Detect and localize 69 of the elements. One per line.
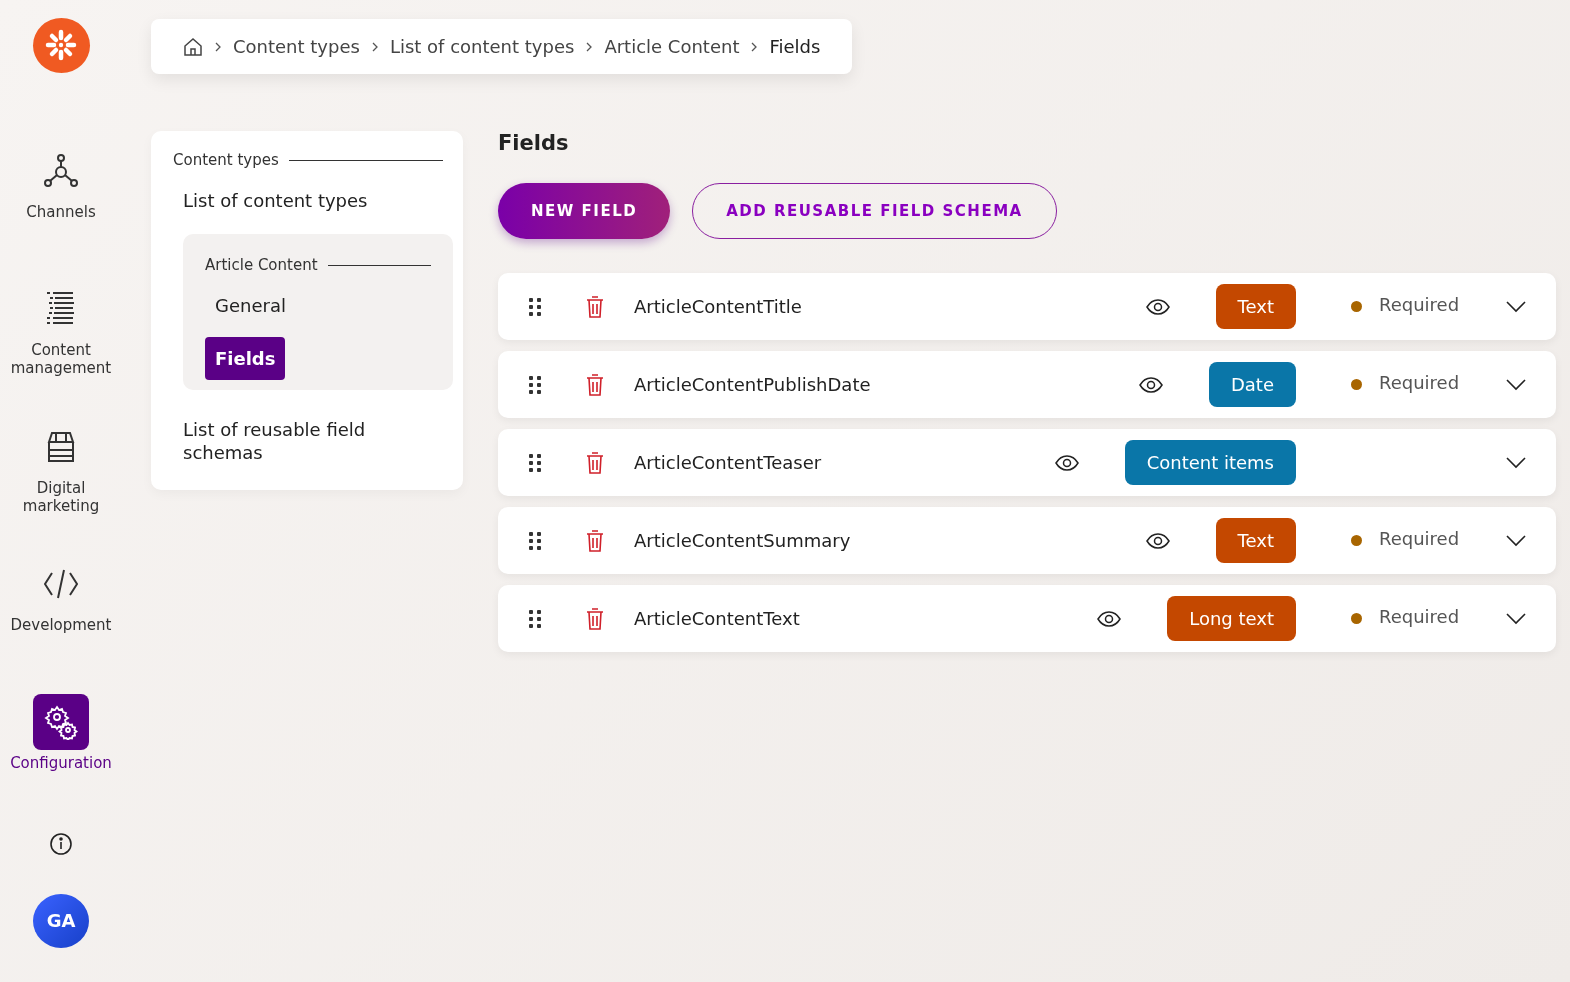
panel-link[interactable]: Fields [205,337,286,380]
field-name: ArticleContentTitle [634,296,803,317]
field-type-badge: Text [1215,518,1296,563]
delete-icon[interactable] [586,529,604,552]
chevron-down-icon[interactable] [1506,612,1526,625]
status-dot-icon [1351,301,1362,312]
drag-handle-icon[interactable] [529,453,541,472]
field-type-badge: Text [1215,284,1296,329]
nav-label: Channels [25,202,97,221]
drag-handle-icon[interactable] [529,531,541,550]
status-label: Required [1379,606,1460,627]
nav-label: Development [9,616,113,635]
chevron-down-icon[interactable] [1506,456,1526,469]
avatar[interactable]: GA [33,894,89,948]
status-label: Required [1379,294,1460,315]
field-type-badge: Date [1208,362,1296,407]
chevron-down-icon[interactable] [1506,534,1526,547]
breadcrumb-link[interactable]: List of content types [389,36,575,57]
drag-handle-icon[interactable] [529,297,541,316]
status-dot-icon [1351,613,1362,624]
status-dot-icon [1351,535,1362,546]
field-name: ArticleContentPublishDate [634,374,872,395]
panel-link[interactable]: List of content types [173,183,378,218]
nav-item[interactable]: Content management [1,280,121,419]
chevron-right-icon [215,41,221,52]
field-name: ArticleContentTeaser [634,452,823,473]
status-label: Required [1379,372,1460,393]
field-type-badge: Content items [1124,440,1296,485]
panel-link[interactable]: General [205,288,296,323]
chevron-right-icon [751,41,758,52]
nav-item[interactable]: Digital marketing [1,418,121,557]
delete-icon[interactable] [586,373,604,396]
home-icon[interactable] [183,36,203,57]
info-icon[interactable] [49,832,73,856]
eye-icon[interactable] [1145,298,1170,315]
chevron-down-icon[interactable] [1506,300,1526,313]
chevron-right-icon [371,41,378,52]
field-type-badge: Long text [1167,596,1296,641]
nav-item[interactable]: Configuration [1,694,121,832]
field-name: ArticleContentText [634,608,801,629]
new-field-button[interactable]: NEW FIELD [498,183,671,239]
drag-handle-icon[interactable] [529,375,541,394]
delete-icon[interactable] [586,295,604,318]
nav-item[interactable]: Channels [1,142,121,281]
field-name: ArticleContentSummary [634,530,852,551]
panel-link[interactable]: List of reusable field schemas [173,412,453,470]
section-heading: Content types [173,151,279,169]
eye-icon[interactable] [1145,532,1170,549]
nav-label: Configuration [9,754,113,773]
section-heading: Article Content [205,256,318,274]
status-dot-icon [1351,379,1362,390]
nav-label: Digital marketing [21,478,101,515]
nav-label: Content management [9,340,113,377]
status-label: Required [1379,528,1460,549]
breadcrumb-link[interactable]: Content types [233,36,360,57]
nav-item[interactable]: Development [1,556,121,695]
logo-icon[interactable] [32,18,90,73]
page-title: Fields [498,131,570,155]
chevron-right-icon [586,41,593,52]
gears-icon [33,694,89,751]
chevron-down-icon[interactable] [1506,378,1526,391]
eye-icon[interactable] [1138,376,1163,393]
breadcrumb-current: Fields [769,36,821,57]
eye-icon[interactable] [1097,610,1122,627]
delete-icon[interactable] [586,451,604,474]
eye-icon[interactable] [1054,454,1079,471]
delete-icon[interactable] [586,607,604,630]
drag-handle-icon[interactable] [529,609,541,628]
breadcrumb-link[interactable]: Article Content [604,36,740,57]
